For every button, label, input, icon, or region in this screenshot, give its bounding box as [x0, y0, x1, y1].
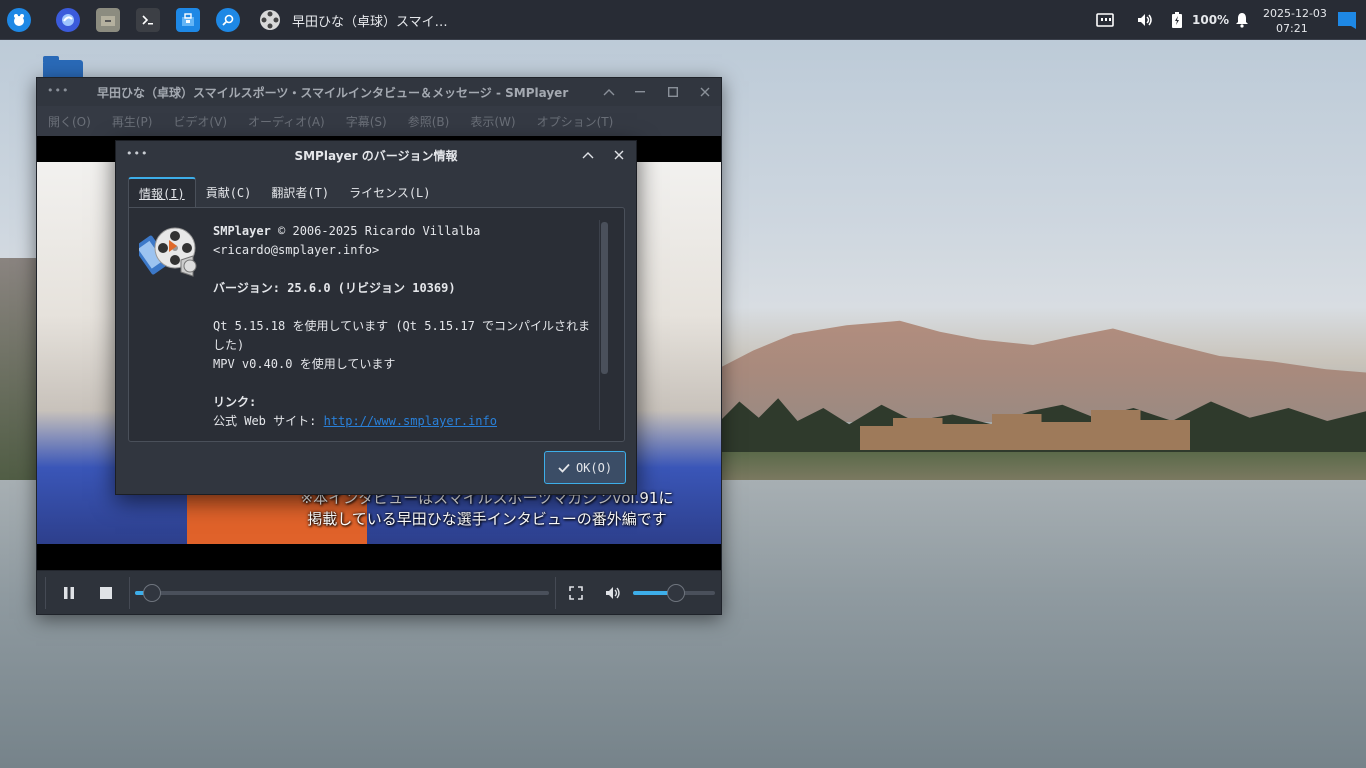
control-separator — [45, 577, 46, 609]
version-line: バージョン: 25.6.0 (リビジョン 10369) — [213, 281, 456, 295]
menu-view[interactable]: 表示(W) — [470, 113, 515, 130]
app-name: SMPlayer — [213, 224, 271, 238]
about-dialog: ••• SMPlayer のバージョン情報 情報(I) 貢献(C) 翻訳者(T)… — [115, 140, 637, 495]
stop-button[interactable] — [96, 583, 116, 603]
battery-icon[interactable] — [1170, 8, 1184, 32]
fullscreen-icon[interactable] — [566, 583, 586, 603]
tab-contributions[interactable]: 貢献(C) — [196, 177, 262, 207]
mpv-version-line: MPV v0.40.0 を使用しています — [213, 357, 396, 371]
bell-icon[interactable] — [1230, 8, 1254, 32]
menu-video[interactable]: ビデオ(V) — [173, 113, 227, 130]
menu-open[interactable]: 開く(O) — [48, 113, 91, 130]
menu-browse[interactable]: 参照(B) — [408, 113, 450, 130]
main-menubar: 開く(O) 再生(P) ビデオ(V) オーディオ(A) 字幕(S) 参照(B) … — [37, 106, 721, 136]
show-desktop-icon[interactable] — [1335, 8, 1359, 32]
clock-time[interactable]: 07:21 — [1276, 22, 1308, 35]
keep-above-icon[interactable] — [579, 146, 597, 164]
copyright: © 2006-2025 Ricardo Villalba — [270, 224, 481, 238]
seek-slider[interactable] — [135, 584, 549, 602]
control-separator — [129, 577, 130, 609]
info-scrollbar[interactable] — [599, 220, 608, 430]
about-dialog-titlebar[interactable]: ••• SMPlayer のバージョン情報 — [116, 141, 636, 169]
battery-percentage: 100% — [1192, 13, 1230, 27]
ok-button-label: OK(O) — [575, 460, 613, 475]
pause-button[interactable] — [59, 583, 79, 603]
tab-license[interactable]: ライセンス(L) — [339, 177, 440, 207]
about-dialog-title: SMPlayer のバージョン情報 — [294, 149, 458, 163]
close-button[interactable] — [696, 83, 714, 101]
wallpaper-mountains — [700, 320, 1366, 422]
tab-info[interactable]: 情報(I) — [128, 177, 196, 207]
website-link[interactable]: http://www.smplayer.info — [324, 414, 497, 428]
checkmark-icon — [558, 463, 570, 473]
menu-options[interactable]: オプション(T) — [537, 113, 614, 130]
menu-audio[interactable]: オーディオ(A) — [248, 113, 325, 130]
wallpaper-shore — [720, 452, 1366, 482]
tab-translators[interactable]: 翻訳者(T) — [261, 177, 339, 207]
app-credit-line: SMPlayer © 2006-2025 Ricardo Villalba — [213, 222, 593, 241]
dialog-close-button[interactable] — [610, 146, 628, 164]
network-icon[interactable] — [1093, 8, 1117, 32]
search-icon[interactable] — [216, 8, 240, 32]
main-window-titlebar[interactable]: ••• 早田ひな（卓球）スマイルスポーツ・スマイルインタビュー＆メッセージ - … — [37, 78, 721, 106]
about-text: SMPlayer © 2006-2025 Ricardo Villalba <r… — [213, 222, 593, 431]
scrollbar-thumb[interactable] — [601, 222, 608, 374]
volume-icon[interactable] — [1133, 8, 1157, 32]
control-separator — [555, 577, 556, 609]
smplayer-taskbar-icon[interactable] — [258, 8, 282, 32]
qt-version-line-cont: した) — [213, 338, 245, 352]
file-manager-icon[interactable] — [96, 8, 120, 32]
terminal-icon[interactable] — [136, 8, 160, 32]
about-tabs: 情報(I) 貢献(C) 翻訳者(T) ライセンス(L) — [128, 177, 441, 207]
minimize-button[interactable] — [631, 83, 649, 101]
volume-handle[interactable] — [666, 584, 685, 602]
app-launcher-icon[interactable] — [7, 8, 31, 32]
keep-above-icon[interactable] — [600, 83, 618, 101]
info-panel: SMPlayer © 2006-2025 Ricardo Villalba <r… — [128, 207, 625, 442]
website-line: 公式 Web サイト: http://www.smplayer.info — [213, 412, 593, 431]
smplayer-logo-icon — [134, 220, 203, 280]
mute-icon[interactable] — [603, 583, 623, 603]
top-panel: 早田ひな（卓球）スマイ… 100% 2025-12-03 07:21 — [0, 0, 1366, 40]
menu-play[interactable]: 再生(P) — [112, 113, 153, 130]
wallpaper-shore-left — [0, 258, 40, 498]
qt-version-line: Qt 5.15.18 を使用しています (Qt 5.15.17 でコンパイルされ… — [213, 319, 591, 333]
ok-button[interactable]: OK(O) — [544, 451, 626, 484]
main-window-title: 早田ひな（卓球）スマイルスポーツ・スマイルインタビュー＆メッセージ - SMPl… — [97, 86, 569, 100]
taskbar-window-title[interactable]: 早田ひな（卓球）スマイ… — [292, 11, 448, 30]
seek-handle[interactable] — [142, 584, 161, 602]
links-heading: リンク: — [213, 395, 257, 409]
window-menu-icon[interactable]: ••• — [47, 84, 69, 97]
software-store-icon[interactable] — [176, 8, 200, 32]
maximize-button[interactable] — [664, 83, 682, 101]
control-bar — [37, 570, 721, 614]
website-label: 公式 Web サイト: — [213, 414, 324, 428]
browser-icon[interactable] — [56, 8, 80, 32]
clock-date[interactable]: 2025-12-03 — [1263, 7, 1327, 20]
subtitle-line-2: 掲載している早田ひな選手インタビューの番外編です — [307, 510, 667, 528]
author-email: <ricardo@smplayer.info> — [213, 243, 380, 257]
menu-subtitles[interactable]: 字幕(S) — [346, 113, 387, 130]
volume-slider[interactable] — [633, 584, 715, 602]
